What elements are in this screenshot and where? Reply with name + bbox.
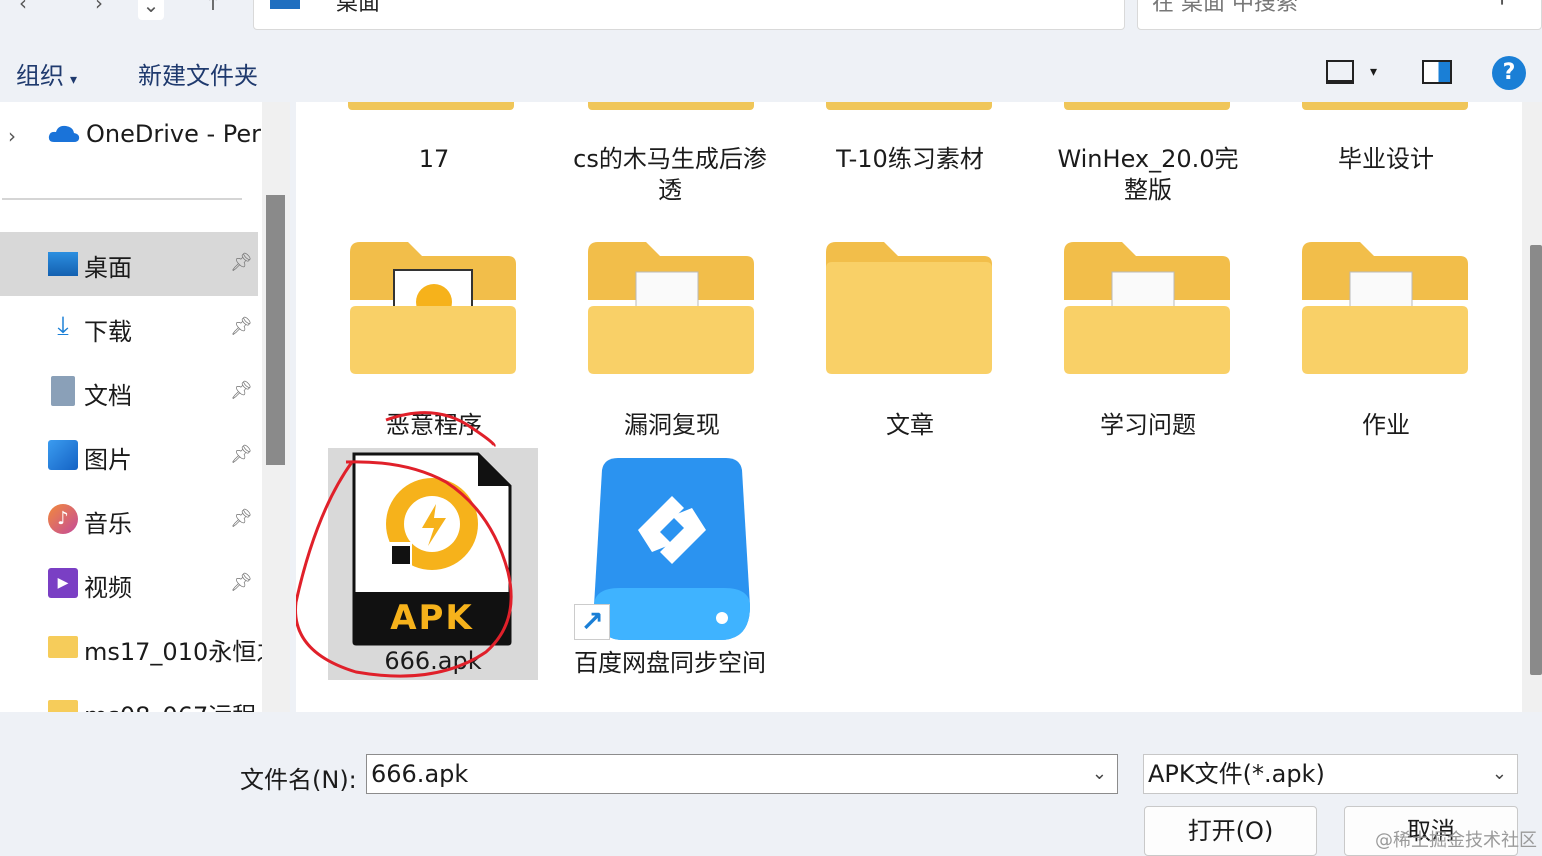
expand-chevron-icon[interactable]: › (8, 124, 16, 148)
sidebar-item-label: 音乐 (84, 510, 132, 538)
download-icon: ⤓ (57, 311, 69, 341)
sidebar-item-videos[interactable]: ▶ 视频 📌︎ (0, 552, 258, 616)
sidebar-divider (2, 198, 242, 200)
filetype-select[interactable]: APK文件(*.apk) ⌄ (1143, 754, 1518, 794)
sidebar-item-label: 下载 (84, 318, 132, 346)
pin-icon[interactable]: 📌︎ (230, 316, 253, 338)
file-list-pane: 17 cs的木马生成后渗透 T-10练习素材 WinHex_20.0完整版 毕业… (296, 102, 1522, 712)
filetype-value: APK文件(*.apk) (1148, 760, 1325, 788)
file-name[interactable]: 文章 (810, 410, 1010, 441)
forward-icon[interactable]: › (84, 0, 114, 18)
pin-icon[interactable]: 📌︎ (230, 252, 253, 274)
file-name: 百度网盘同步空间 (574, 649, 766, 677)
command-bar: 组织 ▾ 新建文件夹 ▾ ? (0, 42, 1542, 102)
filename-label: 文件名(N): (240, 766, 357, 794)
view-options-icon[interactable] (1326, 60, 1354, 84)
address-dropdown-icon[interactable]: ⌄ (1012, 0, 1027, 4)
chevron-down-icon[interactable]: ⌄ (1092, 755, 1107, 793)
folder-item[interactable] (586, 240, 756, 375)
pin-icon[interactable]: 📌︎ (230, 572, 253, 594)
pin-icon[interactable]: 📌︎ (230, 380, 253, 402)
file-name[interactable]: cs的木马生成后渗透 (570, 144, 770, 206)
search-icon: ⚲ (1494, 0, 1510, 8)
caret-down-icon: ▾ (70, 72, 78, 88)
music-icon: ♪ (48, 504, 78, 534)
sidebar-scrollbar-thumb[interactable] (266, 195, 285, 465)
address-path: 桌面 (336, 0, 381, 16)
shortcut-arrow-icon: ↗ (574, 604, 610, 640)
organize-button[interactable]: 组织 ▾ (16, 56, 77, 91)
file-name[interactable]: 学习问题 (1048, 410, 1248, 441)
watermark: @稀土掘金技术社区 (1375, 830, 1537, 851)
sidebar-item-pictures[interactable]: 图片 📌︎ (0, 424, 258, 488)
desktop-icon (270, 0, 300, 9)
folder-item[interactable] (1062, 240, 1232, 375)
desktop-icon (48, 252, 78, 276)
file-dialog-footer: 文件名(N): 666.apk ⌄ APK文件(*.apk) ⌄ 打开(O) 取… (0, 712, 1542, 856)
filename-input[interactable]: 666.apk ⌄ (366, 754, 1118, 794)
pin-icon[interactable]: 📌︎ (230, 508, 253, 530)
organize-label: 组织 (16, 62, 64, 90)
refresh-icon[interactable]: ↻ (1072, 0, 1090, 6)
shortcut-item[interactable]: ↗ 百度网盘同步空间 (570, 452, 770, 712)
folder-edge (348, 102, 514, 110)
pictures-icon (48, 440, 78, 470)
annotation-circle (296, 411, 513, 678)
folder-item[interactable] (348, 240, 518, 375)
sidebar-item-downloads[interactable]: ⤓ 下载 📌︎ (0, 296, 258, 360)
recent-locations-icon[interactable]: ⌄ (138, 0, 164, 20)
baidu-netdisk-icon (592, 456, 752, 646)
main-scrollbar-thumb[interactable] (1530, 245, 1542, 675)
video-icon: ▶ (48, 568, 78, 598)
folder-icon (48, 636, 78, 658)
file-name[interactable]: 漏洞复现 (572, 410, 772, 441)
sidebar-item-folder[interactable]: ms17_010永恒之 (0, 616, 262, 680)
folder-icon (48, 700, 78, 712)
chevron-down-icon[interactable]: ⌄ (1492, 755, 1507, 793)
search-field[interactable]: 在 桌面 中搜索 ⚲ (1137, 0, 1542, 30)
address-field[interactable]: › 桌面 ⌄ ↻ (253, 0, 1125, 30)
navigation-pane: › OneDrive - Per 桌面 📌︎ ⤓ 下载 📌︎ 文档 📌︎ 图片 … (0, 102, 262, 712)
folder-edge (826, 102, 992, 110)
file-name[interactable]: 17 (334, 144, 534, 175)
pin-icon[interactable]: 📌︎ (230, 444, 253, 466)
file-name[interactable]: T-10练习素材 (810, 144, 1010, 175)
sidebar-item-music[interactable]: ♪ 音乐 📌︎ (0, 488, 258, 552)
up-icon[interactable]: ↑ (198, 0, 228, 18)
preview-pane-icon[interactable] (1422, 60, 1452, 84)
new-folder-button[interactable]: 新建文件夹 (138, 56, 258, 91)
sidebar-item-label: ms08_067远程 (84, 696, 256, 712)
search-placeholder: 在 桌面 中搜索 (1152, 0, 1298, 16)
file-name[interactable]: 毕业设计 (1286, 144, 1486, 175)
sidebar-item-onedrive[interactable]: OneDrive - Per (86, 120, 261, 148)
sidebar-item-desktop[interactable]: 桌面 📌︎ (0, 232, 258, 296)
sidebar-item-label: 图片 (84, 446, 132, 474)
open-button[interactable]: 打开(O) (1144, 806, 1317, 856)
help-icon[interactable]: ? (1492, 56, 1526, 90)
folder-item[interactable] (1300, 240, 1470, 375)
back-icon[interactable]: ‹ (8, 0, 38, 18)
sidebar-item-folder[interactable]: ms08_067远程 (0, 680, 258, 712)
onedrive-icon (48, 124, 80, 144)
sidebar-item-documents[interactable]: 文档 📌︎ (0, 360, 258, 424)
address-bar-area: ‹ › ⌄ ↑ › 桌面 ⌄ ↻ 在 桌面 中搜索 ⚲ (0, 0, 1542, 42)
view-dropdown-icon[interactable]: ▾ (1370, 64, 1377, 80)
sidebar-item-label: 视频 (84, 574, 132, 602)
folder-edge (1064, 102, 1230, 110)
folder-edge (588, 102, 754, 110)
folder-item[interactable] (824, 240, 994, 375)
breadcrumb-chevron-icon: › (310, 0, 317, 6)
folder-edge (1302, 102, 1468, 110)
filename-value: 666.apk (371, 760, 469, 788)
document-icon (51, 376, 75, 406)
file-name[interactable]: 作业 (1286, 410, 1486, 441)
sidebar-item-label: ms17_010永恒之 (84, 638, 262, 666)
sidebar-item-label: 文档 (84, 382, 132, 410)
sidebar-item-label: 桌面 (84, 254, 132, 282)
file-name[interactable]: WinHex_20.0完整版 (1048, 144, 1248, 206)
